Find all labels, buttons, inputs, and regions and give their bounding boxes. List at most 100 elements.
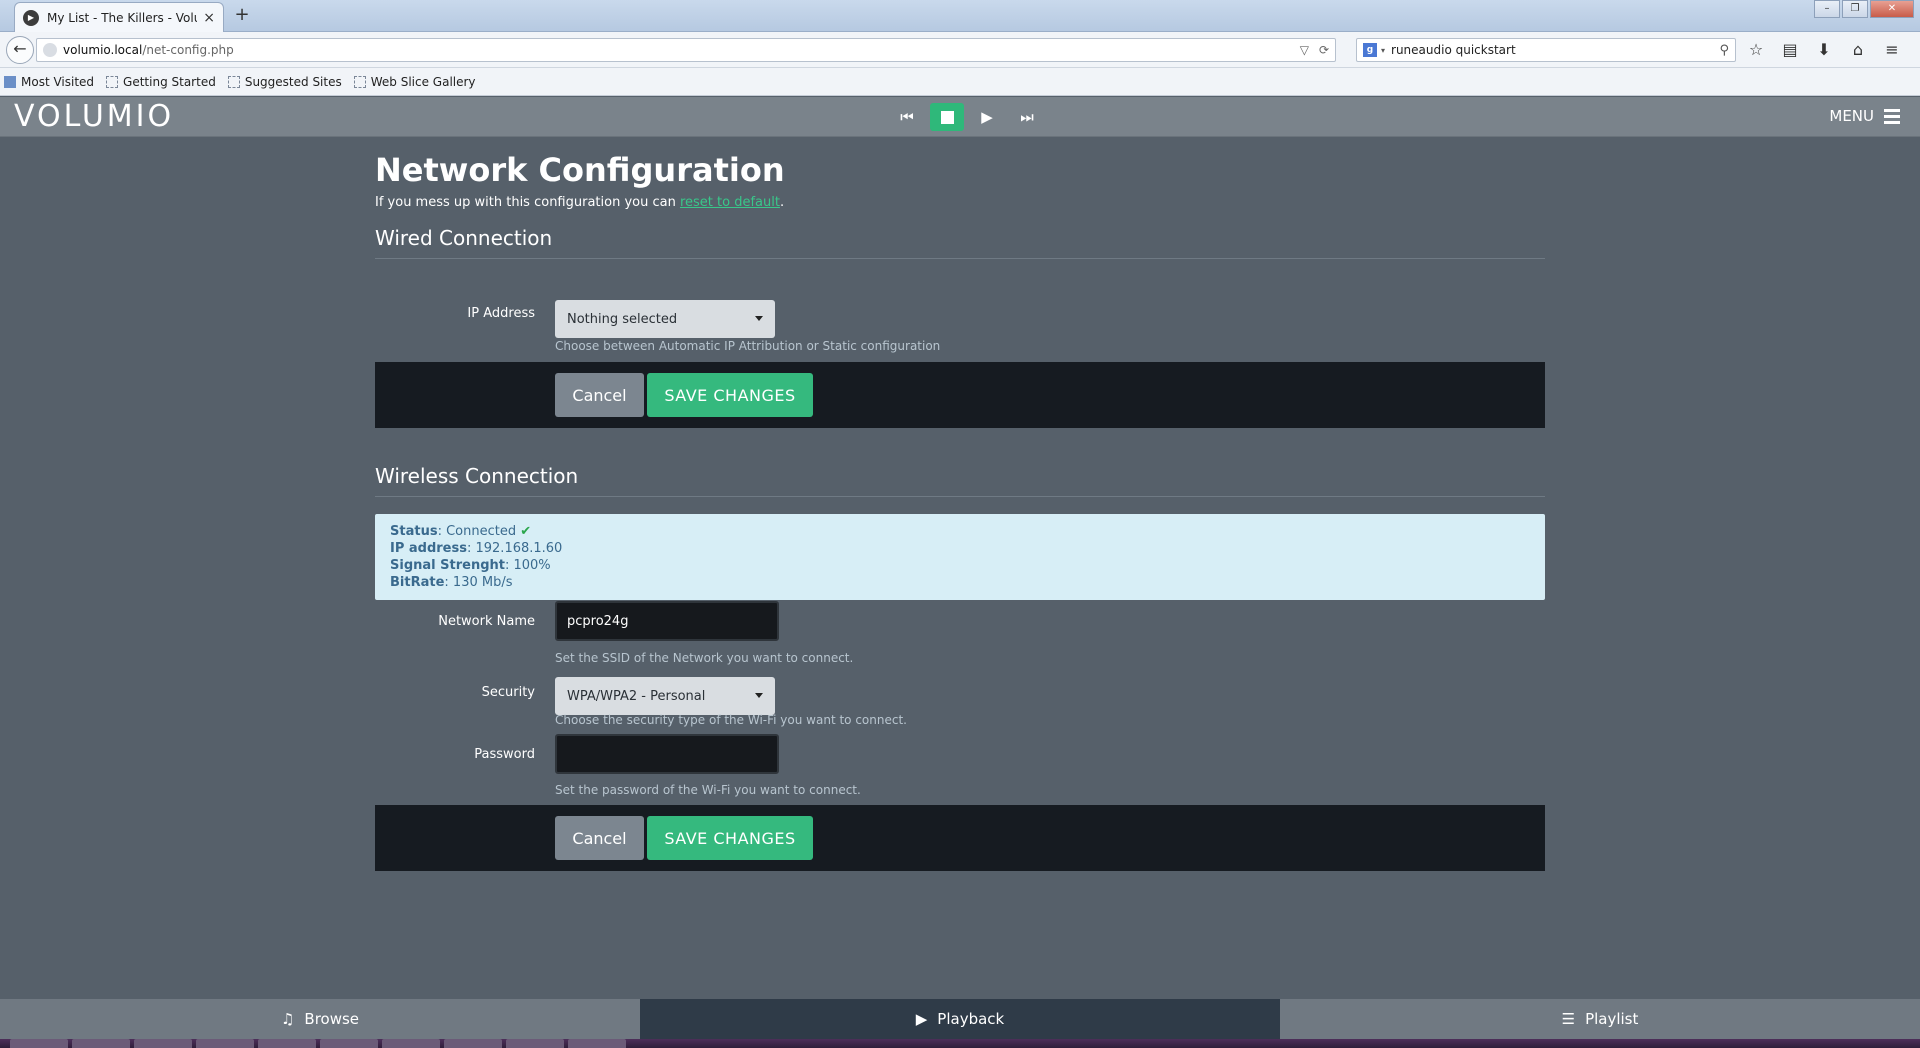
reader-icon[interactable]: ▤ [1780, 40, 1800, 60]
tab-playback[interactable]: ▶ Playback [640, 999, 1280, 1039]
taskbar-item[interactable] [320, 1039, 378, 1048]
search-input[interactable]: runeaudio quickstart [1391, 43, 1516, 57]
site-identity-icon[interactable] [43, 43, 57, 57]
password-input[interactable] [555, 734, 779, 774]
play-icon[interactable]: ▶ [970, 103, 1004, 131]
search-engine-dropdown-icon[interactable]: ▾ [1381, 46, 1385, 55]
minimize-button[interactable]: – [1814, 0, 1840, 18]
wireless-action-bar: Cancel SAVE CHANGES [375, 805, 1545, 871]
checkmark-icon: ✔ [520, 524, 532, 539]
star-icon[interactable]: ☆ [1746, 40, 1766, 60]
page-title: Network Configuration [375, 151, 785, 189]
search-icon[interactable]: ⚲ [1719, 43, 1729, 58]
home-icon[interactable]: ⌂ [1848, 40, 1868, 60]
tab-playlist-label: Playlist [1585, 1010, 1639, 1028]
bookmarks-bar: Most Visited Getting Started Suggested S… [0, 68, 1920, 96]
bookmark-page-icon [106, 75, 119, 88]
tab-close-icon[interactable]: × [203, 10, 215, 26]
taskbar-item[interactable] [506, 1039, 564, 1048]
reset-to-default-link[interactable]: reset to default [680, 195, 780, 210]
wired-ip-select[interactable]: Nothing selected [555, 300, 775, 338]
chevron-down-icon [755, 693, 763, 698]
bookmark-web-slice-gallery[interactable]: Web Slice Gallery [353, 75, 476, 89]
window-controls: – ❐ ✕ [1814, 0, 1914, 18]
bottom-nav: ♫ Browse ▶ Playback ☰ Playlist [0, 999, 1920, 1039]
wired-save-button[interactable]: SAVE CHANGES [647, 373, 813, 417]
bitrate-line: BitRate: 130 Mb/s [390, 575, 513, 590]
new-tab-button[interactable]: + [232, 4, 252, 25]
wired-ip-selected-value: Nothing selected [567, 311, 678, 327]
music-note-icon: ♫ [280, 1010, 295, 1028]
bookmark-most-visited[interactable]: Most Visited [4, 75, 94, 89]
bookmark-getting-started[interactable]: Getting Started [106, 75, 216, 89]
taskbar-item[interactable] [134, 1039, 192, 1048]
reload-icon[interactable]: ⟳ [1319, 43, 1329, 57]
url-bar[interactable]: volumio.local/net-config.php ▽ ⟳ [36, 38, 1336, 62]
window-close-button[interactable]: ✕ [1870, 0, 1914, 18]
menu-button[interactable]: MENU [1829, 107, 1900, 125]
hamburger-icon [1884, 108, 1900, 124]
download-icon[interactable]: ⬇ [1814, 40, 1834, 60]
bookmark-page-icon [227, 75, 240, 88]
bookmark-suggested-sites[interactable]: Suggested Sites [227, 75, 342, 89]
taskbar-item[interactable] [444, 1039, 502, 1048]
taskbar-item[interactable] [10, 1039, 68, 1048]
url-history-dropdown-icon[interactable]: ▽ [1300, 43, 1309, 57]
status-line: Status: Connected ✔ [390, 524, 532, 539]
wired-action-bar: Cancel SAVE CHANGES [375, 362, 1545, 428]
back-button[interactable]: ← [6, 36, 34, 64]
tab-browse-label: Browse [304, 1010, 360, 1028]
taskbar-item[interactable] [196, 1039, 254, 1048]
chevron-down-icon [755, 316, 763, 321]
password-label: Password [474, 747, 535, 762]
stop-icon [940, 110, 954, 124]
maximize-button[interactable]: ❐ [1842, 0, 1868, 18]
play-icon: ▶ [915, 1010, 928, 1028]
wired-ip-help: Choose between Automatic IP Attribution … [555, 339, 941, 353]
browser-tab[interactable]: ▶ My List - The Killers - Volu... × [14, 2, 224, 32]
taskbar-item[interactable] [72, 1039, 130, 1048]
wired-cancel-button[interactable]: Cancel [555, 373, 644, 417]
browser-nav-bar: ← volumio.local/net-config.php ▽ ⟳ g ▾ r… [0, 32, 1920, 68]
wireless-save-button[interactable]: SAVE CHANGES [647, 816, 813, 860]
menu-icon[interactable]: ≡ [1882, 40, 1902, 60]
network-name-help: Set the SSID of the Network you want to … [555, 651, 854, 665]
wired-section-title: Wired Connection [375, 226, 1545, 259]
wireless-cancel-button[interactable]: Cancel [555, 816, 644, 860]
security-select[interactable]: WPA/WPA2 - Personal [555, 677, 775, 715]
network-name-input[interactable]: pcpro24g [555, 601, 779, 641]
wireless-section-title: Wireless Connection [375, 464, 1545, 497]
browser-tab-title: My List - The Killers - Volu... [47, 10, 198, 25]
url-domain: volumio.local [63, 43, 143, 57]
previous-track-icon[interactable]: ⏮ [890, 103, 924, 131]
browser-toolbar-icons: ☆ ▤ ⬇ ⌂ ≡ [1746, 40, 1902, 60]
taskbar-item[interactable] [382, 1039, 440, 1048]
wireless-status-box: Status: Connected ✔ IP address: 192.168.… [375, 514, 1545, 600]
taskbar-item[interactable] [568, 1039, 626, 1048]
browser-tab-bar: ▶ My List - The Killers - Volu... × + – … [0, 0, 1920, 32]
transport-controls: ⏮ ▶ ⏭ [890, 103, 1044, 131]
network-name-label: Network Name [438, 614, 535, 629]
volumio-favicon-icon: ▶ [23, 9, 39, 26]
intro-text: If you mess up with this configuration y… [375, 195, 785, 210]
security-help: Choose the security type of the Wi-Fi yo… [555, 713, 907, 727]
network-config-page: Network Configuration If you mess up wit… [375, 137, 1545, 871]
tab-playlist[interactable]: ☰ Playlist [1280, 999, 1920, 1039]
tab-playback-label: Playback [937, 1010, 1005, 1028]
next-track-icon[interactable]: ⏭ [1010, 103, 1044, 131]
list-icon: ☰ [1561, 1010, 1576, 1028]
ip-address-line: IP address: 192.168.1.60 [390, 541, 563, 556]
signal-strength-line: Signal Strenght: 100% [390, 558, 551, 573]
security-selected-value: WPA/WPA2 - Personal [567, 688, 706, 704]
most-visited-icon [4, 75, 16, 88]
tab-browse[interactable]: ♫ Browse [0, 999, 640, 1039]
security-label: Security [481, 685, 535, 700]
google-search-engine-icon[interactable]: g [1363, 43, 1377, 57]
taskbar-item[interactable] [258, 1039, 316, 1048]
bookmark-page-icon [353, 75, 366, 88]
password-help: Set the password of the Wi-Fi you want t… [555, 783, 861, 797]
stop-button[interactable] [930, 103, 964, 131]
volumio-logo[interactable]: VOLUMIO [14, 101, 174, 133]
search-bar[interactable]: g ▾ runeaudio quickstart ⚲ [1356, 38, 1736, 62]
menu-label: MENU [1829, 107, 1874, 125]
